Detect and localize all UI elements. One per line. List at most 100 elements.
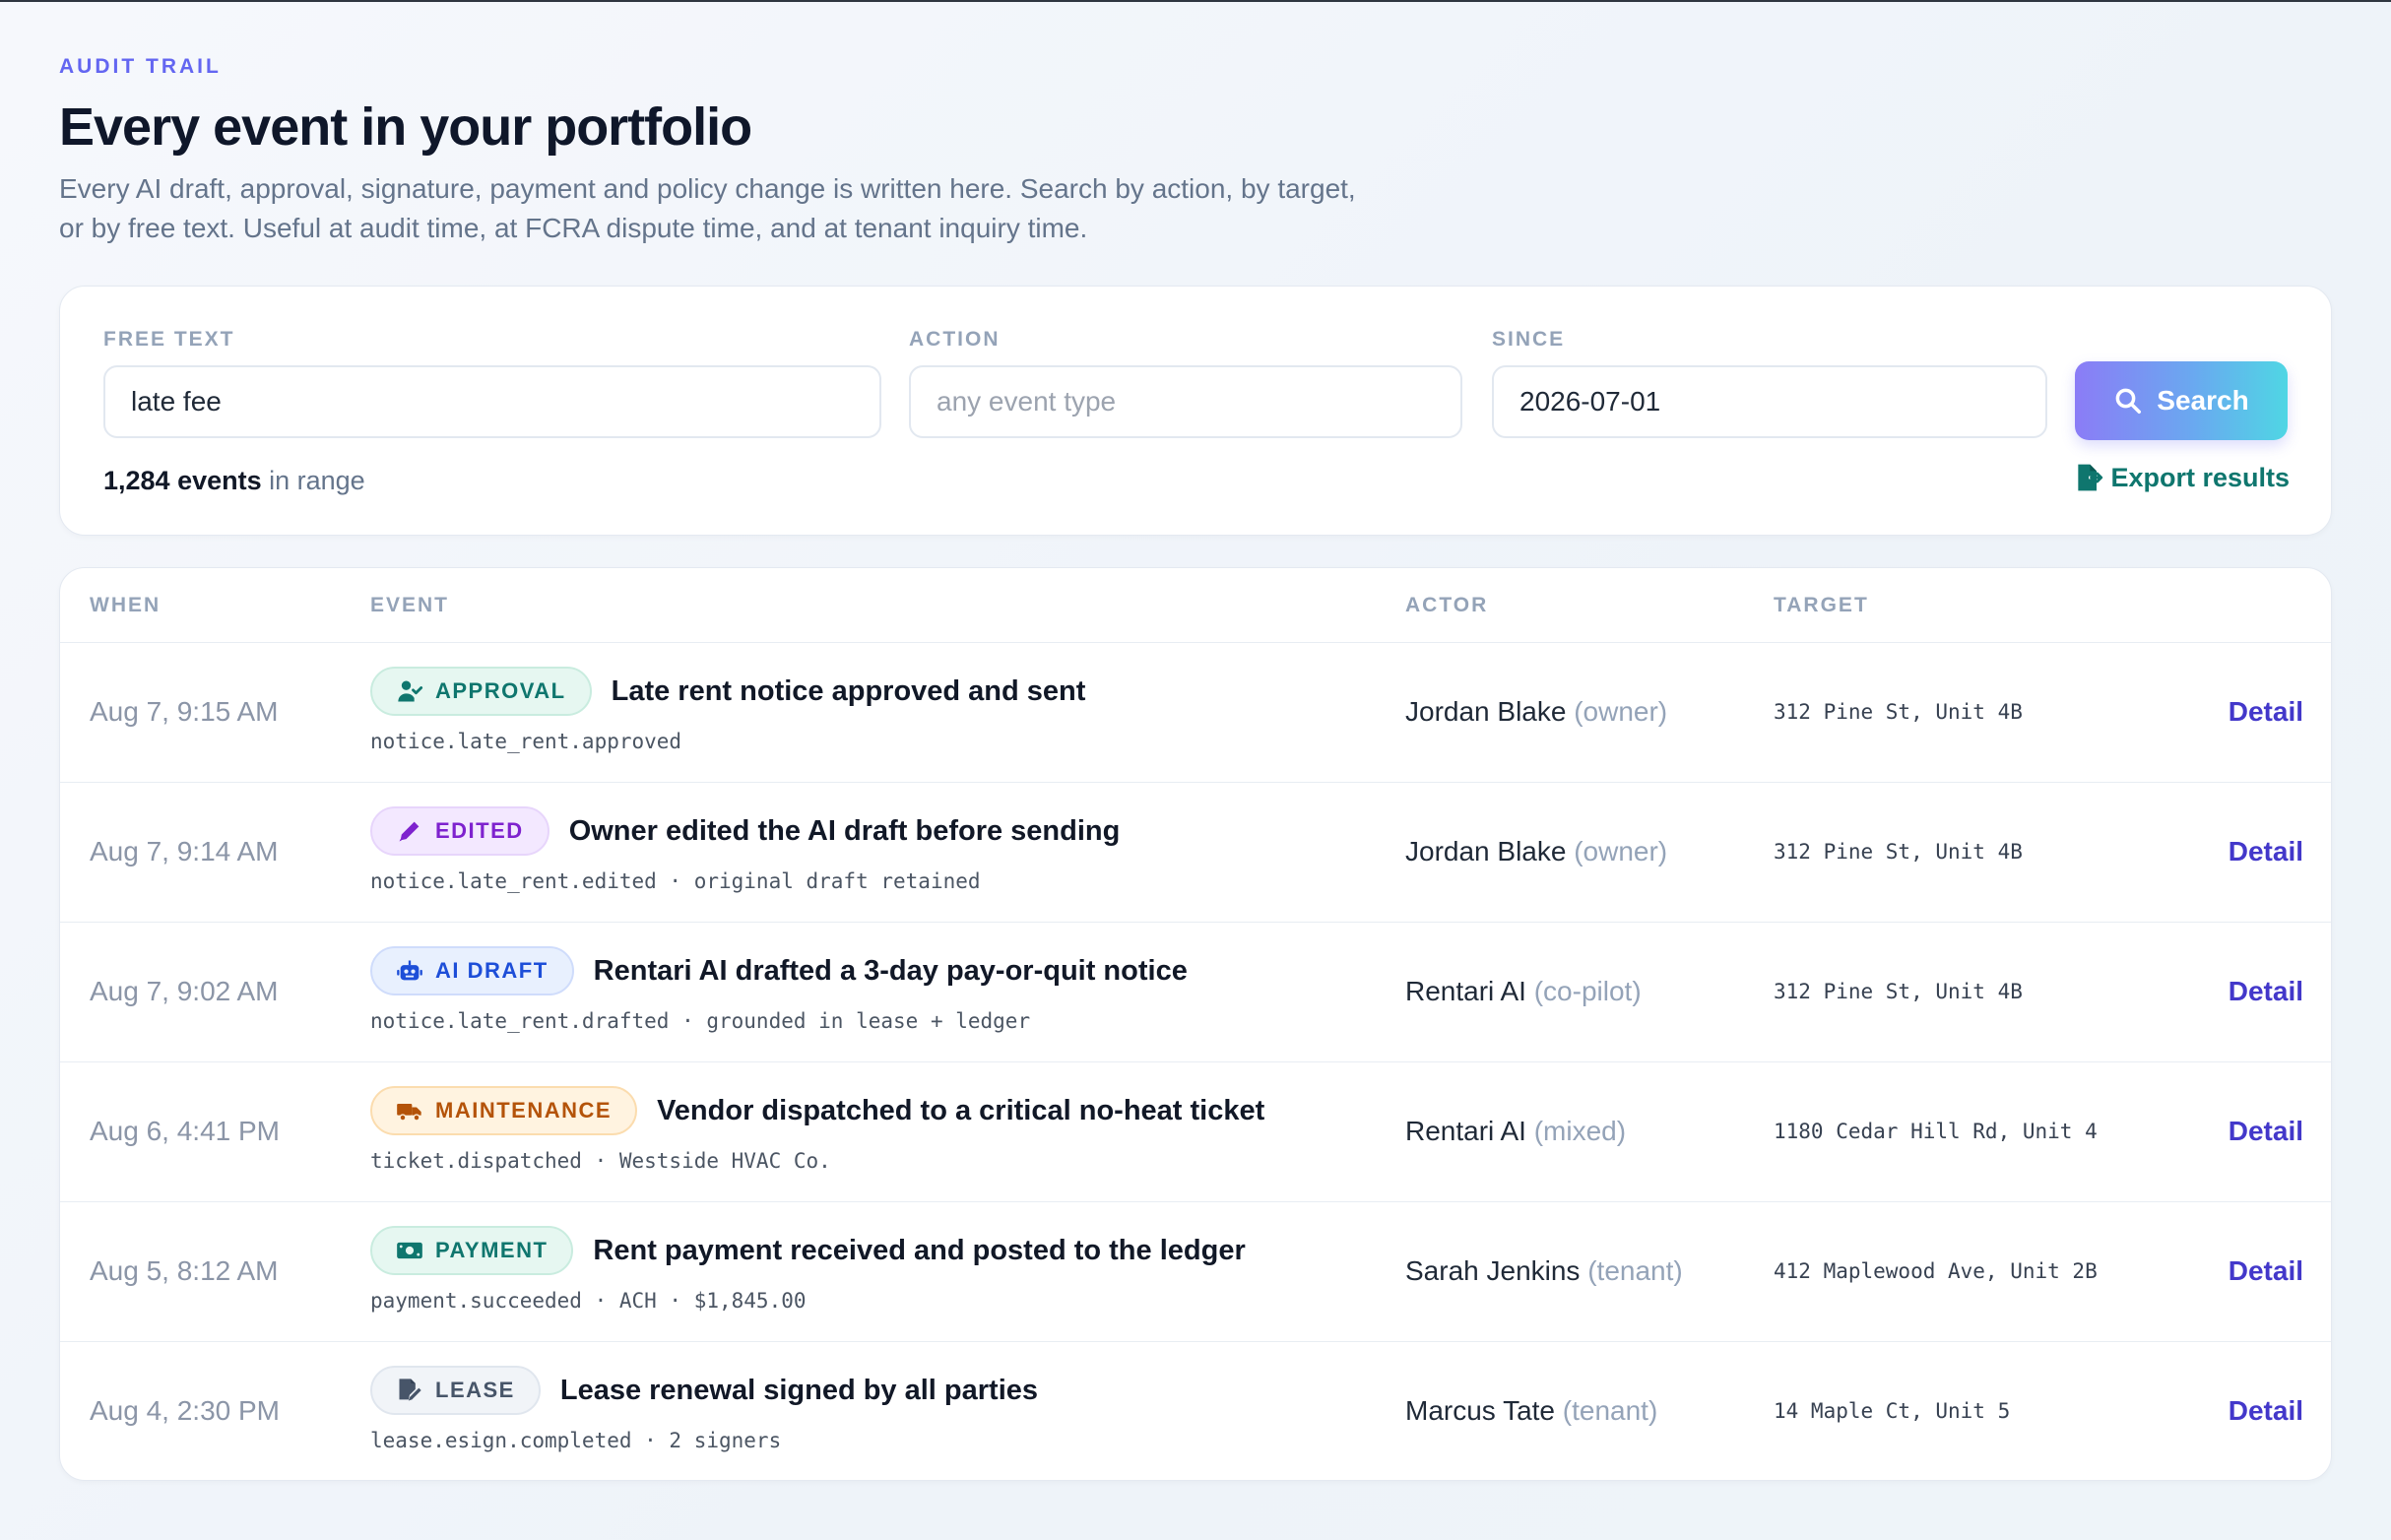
table-row: Aug 5, 8:12 AM PAYMENT Rent payment rece…	[60, 1202, 2331, 1342]
events-count: 1,284 events in range	[103, 466, 365, 496]
row-target: 14 Maple Ct, Unit 5	[1774, 1399, 2011, 1423]
edited-badge: EDITED	[370, 806, 549, 856]
ai-draft-badge: AI DRAFT	[370, 946, 574, 995]
actor-name: Marcus Tate	[1405, 1395, 1555, 1426]
actor-role: (mixed)	[1533, 1116, 1627, 1146]
action-placeholder: any event type	[937, 386, 1117, 417]
actor-role: (tenant)	[1587, 1255, 1683, 1286]
event-code: notice.late_rent.drafted · grounded in l…	[370, 1009, 1031, 1033]
row-when: Aug 5, 8:12 AM	[90, 1255, 279, 1286]
page-title: Every event in your portfolio	[59, 97, 752, 157]
event-title: Lease renewal signed by all parties	[559, 1374, 1039, 1406]
row-target: 312 Pine St, Unit 4B	[1774, 840, 2023, 864]
detail-link[interactable]: Detail	[2229, 976, 2303, 1007]
since-date-input[interactable]: 2026-07-01	[1492, 365, 2047, 438]
filter-card: FREE TEXT late fee ACTION any event type…	[59, 286, 2332, 536]
row-actor: Sarah Jenkins (tenant)	[1405, 1255, 1683, 1287]
badge-label: APPROVAL	[435, 678, 566, 703]
lease-badge: LEASE	[370, 1366, 541, 1415]
event-code: lease.esign.completed · 2 signers	[370, 1429, 782, 1452]
actor-name: Rentari AI	[1405, 1116, 1526, 1146]
eyebrow: AUDIT TRAIL	[59, 55, 222, 78]
maintenance-badge: MAINTENANCE	[370, 1086, 638, 1135]
badge-label: EDITED	[435, 818, 524, 843]
actor-name: Jordan Blake	[1405, 836, 1567, 866]
free-text-input[interactable]: late fee	[103, 365, 881, 438]
event-title: Late rent notice approved and sent	[611, 674, 1086, 707]
row-target: 312 Pine St, Unit 4B	[1774, 700, 2023, 724]
events-count-number: 1,284 events	[103, 466, 262, 495]
row-when: Aug 7, 9:15 AM	[90, 696, 279, 727]
search-icon	[2115, 388, 2142, 414]
row-actor: Rentari AI (mixed)	[1405, 1116, 1626, 1147]
row-actor: Jordan Blake (owner)	[1405, 696, 1667, 728]
actor-role: (co-pilot)	[1533, 976, 1642, 1006]
table-header: WHEN EVENT ACTOR TARGET	[60, 568, 2331, 643]
row-event: PAYMENT Rent payment received and posted…	[370, 1226, 1246, 1275]
actor-name: Jordan Blake	[1405, 696, 1567, 727]
table-row: Aug 6, 4:41 PM MAINTENANCE Vendor dispat…	[60, 1062, 2331, 1202]
row-event: MAINTENANCE Vendor dispatched to a criti…	[370, 1086, 1264, 1135]
table-row: Aug 7, 9:02 AM AI DRAFT Rentari AI draft…	[60, 923, 2331, 1062]
event-title: Rentari AI drafted a 3-day pay-or-quit n…	[593, 954, 1188, 987]
row-when: Aug 4, 2:30 PM	[90, 1395, 281, 1426]
row-when: Aug 6, 4:41 PM	[90, 1116, 281, 1146]
export-results-link[interactable]: Export results	[2073, 462, 2290, 493]
badge-label: AI DRAFT	[435, 958, 549, 983]
row-when: Aug 7, 9:14 AM	[90, 836, 279, 866]
file-signature-icon	[399, 1379, 421, 1401]
row-event: LEASE Lease renewal signed by all partie…	[370, 1366, 1038, 1415]
event-code: payment.succeeded · ACH · $1,845.00	[370, 1289, 807, 1313]
search-button-label: Search	[2157, 385, 2249, 416]
column-actor: ACTOR	[1405, 594, 1489, 616]
detail-link[interactable]: Detail	[2229, 1116, 2303, 1147]
approval-badge: APPROVAL	[370, 667, 592, 716]
action-input[interactable]: any event type	[909, 365, 1462, 438]
badge-label: MAINTENANCE	[435, 1098, 613, 1123]
row-target: 312 Pine St, Unit 4B	[1774, 980, 2023, 1003]
event-title: Owner edited the AI draft before sending	[568, 814, 1121, 847]
column-event: EVENT	[370, 594, 450, 616]
column-target: TARGET	[1774, 594, 1869, 616]
events-table: WHEN EVENT ACTOR TARGET Aug 7, 9:15 AM A…	[59, 567, 2332, 1481]
row-target: 412 Maplewood Ave, Unit 2B	[1774, 1259, 2098, 1283]
robot-icon	[397, 960, 422, 981]
action-label: ACTION	[909, 328, 1001, 351]
event-title: Rent payment received and posted to the …	[593, 1234, 1246, 1266]
user-check-icon	[398, 680, 423, 702]
actor-role: (owner)	[1574, 696, 1668, 727]
since-label: SINCE	[1492, 328, 1566, 351]
actor-role: (tenant)	[1562, 1395, 1658, 1426]
payment-badge: PAYMENT	[370, 1226, 574, 1275]
row-event: EDITED Owner edited the AI draft before …	[370, 806, 1120, 856]
event-title: Vendor dispatched to a critical no-heat …	[657, 1094, 1265, 1126]
table-row: Aug 7, 9:15 AM APPROVAL Late rent notice…	[60, 643, 2331, 783]
pencil-icon	[399, 821, 420, 842]
event-code: ticket.dispatched · Westside HVAC Co.	[370, 1149, 831, 1173]
table-row: Aug 4, 2:30 PM LEASE Lease renewal signe…	[60, 1342, 2331, 1480]
event-code: notice.late_rent.edited · original draft…	[370, 869, 981, 893]
detail-link[interactable]: Detail	[2229, 1395, 2303, 1427]
since-value: 2026-07-01	[1519, 386, 1661, 417]
free-text-value: late fee	[131, 386, 222, 417]
row-actor: Rentari AI (co-pilot)	[1405, 976, 1642, 1007]
table-row: Aug 7, 9:14 AM EDITED Owner edited the A…	[60, 783, 2331, 923]
row-actor: Jordan Blake (owner)	[1405, 836, 1667, 867]
row-event: AI DRAFT Rentari AI drafted a 3-day pay-…	[370, 946, 1188, 995]
file-export-icon	[2078, 464, 2103, 491]
column-when: WHEN	[90, 594, 162, 616]
money-icon	[397, 1242, 422, 1259]
free-text-label: FREE TEXT	[103, 328, 235, 351]
badge-label: LEASE	[435, 1378, 515, 1402]
detail-link[interactable]: Detail	[2229, 1255, 2303, 1287]
event-code: notice.late_rent.approved	[370, 730, 682, 753]
detail-link[interactable]: Detail	[2229, 836, 2303, 867]
search-button[interactable]: Search	[2075, 361, 2288, 440]
row-actor: Marcus Tate (tenant)	[1405, 1395, 1657, 1427]
actor-name: Sarah Jenkins	[1405, 1255, 1581, 1286]
detail-link[interactable]: Detail	[2229, 696, 2303, 728]
row-target: 1180 Cedar Hill Rd, Unit 4	[1774, 1120, 2098, 1143]
truck-icon	[397, 1104, 421, 1122]
page-subtitle: Every AI draft, approval, signature, pay…	[59, 173, 1356, 243]
actor-role: (owner)	[1574, 836, 1668, 866]
